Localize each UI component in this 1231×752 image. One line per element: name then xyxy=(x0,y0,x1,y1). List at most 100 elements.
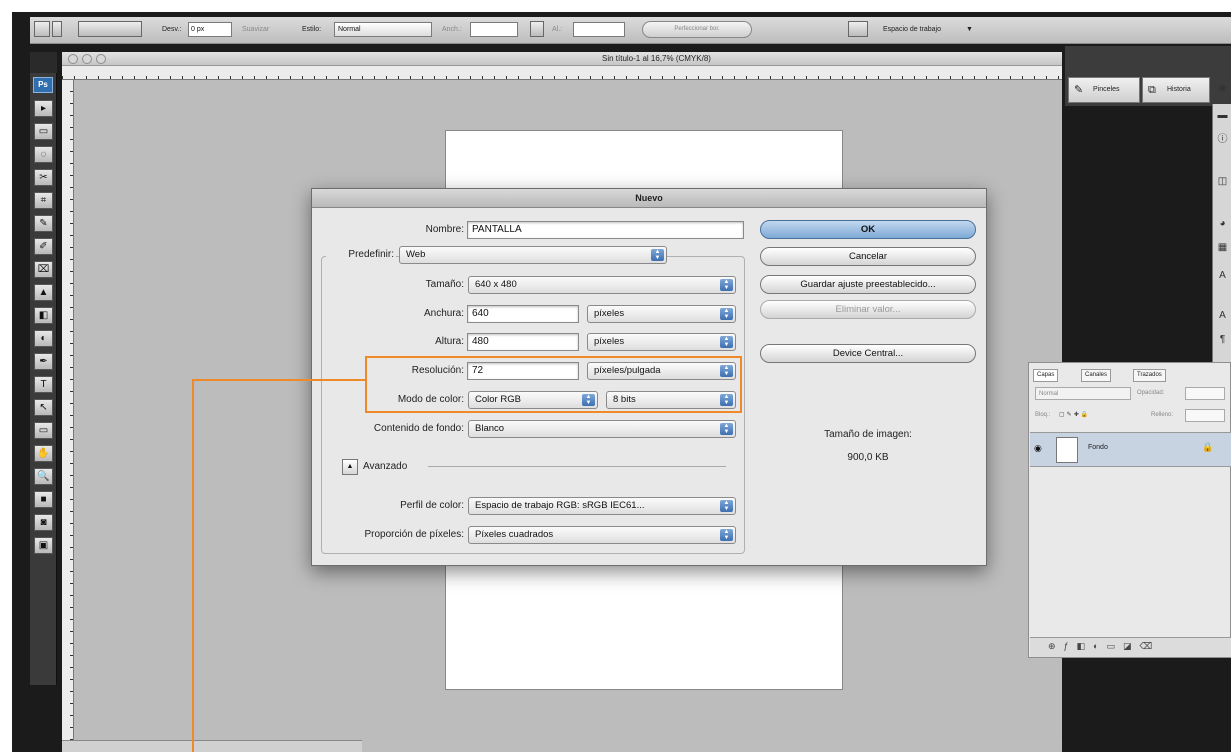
tool-button-0[interactable]: ▸ xyxy=(34,100,53,117)
image-size-label: Tamaño de imagen: xyxy=(824,429,912,440)
screenshot: Desv.: 0 px Suavizar Estilo: Normal Anch… xyxy=(0,0,1231,752)
brushes-panel-button[interactable]: ✎ Pinceles xyxy=(1068,77,1140,103)
eye-icon[interactable]: ◉ xyxy=(1034,443,1042,454)
tool-button-16[interactable]: 🔍 xyxy=(34,468,53,485)
histogram-icon[interactable]: ◫ xyxy=(1216,176,1229,188)
info-icon[interactable]: ⓘ xyxy=(1216,134,1229,146)
size-select[interactable]: 640 x 480 ▲ ▼ xyxy=(468,276,736,294)
width-label: Anch.: xyxy=(442,26,462,33)
preset-dropdown-icon[interactable] xyxy=(52,21,62,37)
background-label: Contenido de fondo: xyxy=(373,423,464,434)
tool-button-3[interactable]: ✂ xyxy=(34,169,53,186)
height-unit-select[interactable]: píxeles ▲ ▼ xyxy=(587,333,736,351)
blend-mode-select[interactable]: Normal xyxy=(1035,387,1131,400)
pixel-aspect-value: Píxeles cuadrados xyxy=(475,529,554,540)
workspace-icon[interactable] xyxy=(848,21,868,37)
fill-label: Relleno: xyxy=(1151,412,1174,418)
device-central-button[interactable]: Device Central... xyxy=(760,344,976,363)
tool-button-19[interactable]: ▣ xyxy=(34,537,53,554)
size-value: 640 x 480 xyxy=(475,279,517,290)
history-icon: ⧉ xyxy=(1148,84,1156,96)
swap-icon[interactable] xyxy=(530,21,544,37)
preset-label: Predefinir: xyxy=(326,246,396,264)
callout-leader-horizontal xyxy=(193,379,365,381)
stepper-arrows-icon: ▲ ▼ xyxy=(651,249,664,261)
color-icon[interactable]: ◕ xyxy=(1216,218,1229,230)
tool-button-5[interactable]: ✎ xyxy=(34,215,53,232)
chevron-down-icon[interactable]: ▼ xyxy=(966,22,973,38)
delete-preset-button[interactable]: Eliminar valor... xyxy=(760,300,976,319)
minimize-window-icon[interactable] xyxy=(82,54,92,64)
tool-button-11[interactable]: ✒ xyxy=(34,353,53,370)
marquee-preset-icon[interactable] xyxy=(34,21,50,37)
preset-value: Web xyxy=(406,249,426,260)
paragraph-icon[interactable]: ¶ xyxy=(1216,334,1229,346)
feather-input[interactable]: 0 px xyxy=(188,22,232,37)
ok-button[interactable]: OK xyxy=(760,220,976,239)
gear-icon[interactable]: ✱ xyxy=(1216,84,1229,96)
tab-channels[interactable]: Canales xyxy=(1081,369,1112,382)
pixel-aspect-select[interactable]: Píxeles cuadrados ▲ ▼ xyxy=(468,526,736,544)
tab-paths[interactable]: Trazados xyxy=(1133,369,1166,382)
tool-button-2[interactable]: ◌ xyxy=(34,146,53,163)
tool-button-17[interactable]: ■ xyxy=(34,491,53,508)
document-titlebar: Sin título-1 al 16,7% (CMYK/8) xyxy=(62,52,1062,66)
style-label: Estilo: xyxy=(302,26,322,33)
width-unit-select[interactable]: píxeles ▲ ▼ xyxy=(587,305,736,323)
character-icon[interactable]: A xyxy=(1216,270,1229,282)
tool-button-14[interactable]: ▭ xyxy=(34,422,53,439)
background-value: Blanco xyxy=(475,423,505,434)
width-input[interactable] xyxy=(470,22,518,37)
width-label: Anchura: xyxy=(423,308,464,319)
horizontal-ruler[interactable] xyxy=(62,66,1062,80)
swatches-icon[interactable]: ▦ xyxy=(1216,242,1229,254)
style-select[interactable]: Normal xyxy=(334,22,432,37)
feather-label: Desv.: xyxy=(162,26,182,33)
tab-layers[interactable]: Capas xyxy=(1033,369,1059,382)
advanced-disclosure-button[interactable]: ▲ xyxy=(342,459,358,475)
opacity-input[interactable] xyxy=(1185,387,1225,400)
preset-select[interactable]: Web ▲ ▼ xyxy=(399,246,667,264)
zoom-window-icon[interactable] xyxy=(96,54,106,64)
tool-button-8[interactable]: ▲ xyxy=(34,284,53,301)
layer-actions-icons[interactable]: ⊕ƒ◧◐▭◪⌫ xyxy=(1048,641,1160,652)
navigator-icon[interactable]: ▬ xyxy=(1216,110,1229,122)
tool-button-1[interactable]: ▭ xyxy=(34,123,53,140)
tool-button-18[interactable]: ◙ xyxy=(34,514,53,531)
height-unit-value: píxeles xyxy=(594,336,625,347)
workspace-menu[interactable]: Espacio de trabajo xyxy=(883,22,941,38)
fill-input[interactable] xyxy=(1185,409,1225,422)
history-panel-button[interactable]: ⧉ Historia xyxy=(1142,77,1210,103)
close-window-icon[interactable] xyxy=(68,54,78,64)
document-title: Sin título-1 al 16,7% (CMYK/8) xyxy=(602,54,711,63)
tool-button-13[interactable]: ↖ xyxy=(34,399,53,416)
antialias-checkbox[interactable]: Suavizar xyxy=(242,22,269,38)
tool-button-10[interactable]: ◐ xyxy=(34,330,53,347)
tool-button-6[interactable]: ✐ xyxy=(34,238,53,255)
layer-row[interactable]: ◉ Fondo 🔒 xyxy=(1030,432,1231,467)
tool-button-12[interactable]: T xyxy=(34,376,53,393)
tool-button-4[interactable]: ⌗ xyxy=(34,192,53,209)
lock-icons[interactable]: ▢✎✚🔒 xyxy=(1059,409,1090,422)
width-field[interactable]: 640 xyxy=(467,305,579,323)
size-label: Tamaño: xyxy=(425,279,464,290)
background-select[interactable]: Blanco ▲ ▼ xyxy=(468,420,736,438)
refine-edge-button[interactable]: Perfeccionar bor. xyxy=(642,21,752,38)
name-label: Nombre: xyxy=(425,224,464,235)
height-input[interactable] xyxy=(573,22,625,37)
color-profile-select[interactable]: Espacio de trabajo RGB: sRGB IEC61... ▲ ▼ xyxy=(468,497,736,515)
save-preset-button[interactable]: Guardar ajuste preestablecido... xyxy=(760,275,976,294)
color-profile-value: Espacio de trabajo RGB: sRGB IEC61... xyxy=(475,500,645,511)
height-field[interactable]: 480 xyxy=(467,333,579,351)
text-icon[interactable]: A xyxy=(1216,310,1229,322)
vertical-ruler[interactable] xyxy=(62,80,74,740)
selection-mode-buttons[interactable] xyxy=(78,21,142,37)
callout-leader-vertical xyxy=(192,379,194,752)
tool-button-15[interactable]: ✋ xyxy=(34,445,53,462)
tool-button-9[interactable]: ◧ xyxy=(34,307,53,324)
name-field[interactable]: PANTALLA xyxy=(467,221,744,239)
tool-button-7[interactable]: ⌧ xyxy=(34,261,53,278)
layers-panel-footer: ⊕ƒ◧◐▭◪⌫ xyxy=(1030,637,1231,657)
cancel-button[interactable]: Cancelar xyxy=(760,247,976,266)
opacity-label: Opacidad: xyxy=(1137,390,1165,396)
